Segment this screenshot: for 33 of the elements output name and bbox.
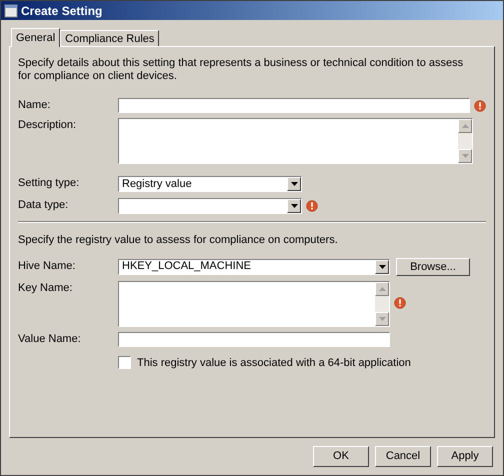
dialog-button[interactable]: Apply [437,446,493,467]
dialog-button[interactable]: OK [313,446,369,467]
dropdown-field[interactable]: Registry value [118,176,302,192]
scroll-up-icon[interactable] [375,282,389,296]
dropdown-field[interactable]: HKEY_LOCAL_MACHINE [118,258,390,274]
window-icon [4,4,18,18]
field-label: Hive Name: [18,258,76,274]
field-label: Name: [18,98,52,113]
dialog-button[interactable]: Cancel [375,446,431,467]
field-label: Key Name: [18,280,74,296]
field-label: Description: [18,118,78,133]
field-label: Setting type: [18,176,80,191]
text-field[interactable] [118,98,470,113]
warning-icon [474,100,486,112]
warning-icon [394,296,406,308]
dropdown-field[interactable] [118,198,302,214]
window-title: Create Setting [21,2,102,20]
intro-text: Specify details about this setting that represents a business or technical condition to assess for compliance on client devices. [18,57,464,83]
tab[interactable]: Compliance Rules [60,30,160,46]
checkbox[interactable] [118,356,131,370]
warning-icon [306,200,318,212]
text-field[interactable] [118,332,390,346]
browse-button[interactable]: Browse... [396,258,470,276]
scroll-down-icon[interactable] [458,149,472,163]
text-area[interactable] [118,118,473,164]
text-area[interactable] [118,280,390,326]
scroll-down-icon[interactable] [375,312,389,326]
field-label: Data type: [18,198,70,213]
scroll-up-icon[interactable] [458,119,472,133]
tab[interactable]: General [11,28,60,47]
registry-intro-text: Specify the registry value to assess for compliance on computers. [18,233,339,248]
checkbox-label: This registry value is associated with a 64-bit application [137,356,411,370]
field-label: Value Name: [18,332,82,346]
